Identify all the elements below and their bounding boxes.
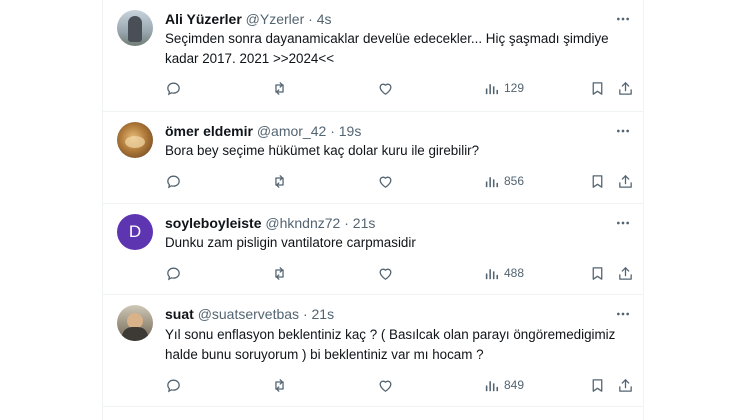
share-icon	[619, 378, 632, 392]
retweet-button[interactable]	[271, 375, 288, 395]
tweet-header: ömer eldemir @amor_42 · 19s	[165, 122, 361, 140]
author-name[interactable]: suat	[165, 306, 194, 322]
reply-icon	[167, 175, 180, 188]
timestamp[interactable]: 21s	[353, 215, 376, 231]
views-chart-icon	[485, 83, 499, 94]
more-horizontal-icon[interactable]	[615, 306, 631, 322]
tweet-actions: 488	[165, 263, 635, 283]
tweet[interactable]: ömer eldemir @amor_42 · 19s Bora bey seç…	[103, 112, 643, 204]
tweet[interactable]: D soyleboyleiste @hkndnz72 · 21s Dunku z…	[103, 204, 643, 295]
reply-icon	[167, 379, 180, 392]
photo-icon	[125, 136, 145, 148]
views-chart-icon	[485, 380, 499, 391]
bookmark-button[interactable]	[589, 375, 606, 395]
avatar[interactable]: D	[117, 214, 153, 250]
bookmark-button[interactable]	[589, 78, 606, 98]
like-button[interactable]	[377, 171, 394, 191]
view-count: 129	[504, 81, 525, 95]
avatar[interactable]	[117, 122, 153, 158]
share-icon	[619, 81, 632, 95]
avatar[interactable]	[117, 305, 153, 341]
reply-icon	[167, 82, 180, 95]
more-horizontal-icon[interactable]	[615, 123, 631, 139]
share-button[interactable]	[617, 171, 634, 191]
retweet-icon	[275, 81, 284, 95]
more-horizontal-icon[interactable]	[615, 215, 631, 231]
views-button[interactable]: 129	[483, 78, 524, 98]
author-name[interactable]: ömer eldemir	[165, 123, 253, 139]
reply-button[interactable]	[165, 171, 182, 191]
more-horizontal-icon[interactable]	[615, 11, 631, 27]
timestamp[interactable]: 19s	[339, 123, 362, 139]
avatar-shirt	[122, 327, 148, 341]
bookmark-icon	[592, 174, 603, 188]
separator-dot: ·	[330, 123, 335, 139]
retweet-icon	[275, 266, 284, 280]
tweet-actions: 856	[165, 171, 635, 191]
view-count: 856	[504, 174, 525, 188]
heart-icon	[379, 268, 392, 280]
reply-button[interactable]	[165, 375, 182, 395]
timestamp[interactable]: 21s	[312, 306, 335, 322]
tweet[interactable]: Ali Yüzerler @Yzerler · 4s Seçimden sonr…	[103, 0, 643, 112]
avatar-letter: D	[128, 222, 142, 241]
views-button[interactable]: 488	[483, 263, 524, 283]
like-button[interactable]	[377, 375, 394, 395]
timestamp[interactable]: 4s	[317, 11, 332, 27]
bookmark-icon	[592, 266, 603, 280]
reply-icon	[167, 267, 180, 280]
tweet[interactable]: suat @suatservetbas · 21s Yıl sonu enfla…	[103, 295, 643, 407]
views-chart-icon	[485, 176, 499, 187]
tweet-text: Seçimden sonra dayanamicaklar develüe ed…	[165, 31, 609, 66]
bookmark-button[interactable]	[589, 263, 606, 283]
retweet-button[interactable]	[271, 171, 288, 191]
tweet-text: Yıl sonu enflasyon beklentiniz kaç ? ( B…	[165, 327, 616, 362]
heart-icon	[379, 380, 392, 392]
retweet-button[interactable]	[271, 263, 288, 283]
person-photo-icon	[128, 16, 142, 42]
views-chart-icon	[485, 268, 499, 279]
share-button[interactable]	[617, 263, 634, 283]
bookmark-icon	[592, 378, 603, 392]
author-name[interactable]: Ali Yüzerler	[165, 11, 242, 27]
author-handle[interactable]: @hkndnz72	[265, 215, 340, 231]
tweet-actions: 129	[165, 78, 635, 98]
share-icon	[619, 174, 632, 188]
view-count: 849	[504, 378, 525, 392]
author-name[interactable]: soyleboyleiste	[165, 215, 262, 231]
retweet-button[interactable]	[271, 78, 288, 98]
separator-dot: ·	[344, 215, 349, 231]
retweet-icon	[275, 174, 284, 188]
retweet-icon	[275, 378, 284, 392]
share-button[interactable]	[617, 78, 634, 98]
tweet-actions: 849	[165, 375, 635, 395]
views-button[interactable]: 849	[483, 375, 524, 395]
share-button[interactable]	[617, 375, 634, 395]
tweet-header: Ali Yüzerler @Yzerler · 4s	[165, 10, 331, 28]
author-handle[interactable]: @suatservetbas	[198, 306, 299, 322]
reply-button[interactable]	[165, 78, 182, 98]
tweet-header: suat @suatservetbas · 21s	[165, 305, 334, 323]
tweet-header: soyleboyleiste @hkndnz72 · 21s	[165, 214, 375, 232]
view-count: 488	[504, 266, 525, 280]
bookmark-icon	[592, 81, 603, 95]
tweet-text: Bora bey seçime hükümet kaç dolar kuru i…	[165, 143, 480, 158]
reply-button[interactable]	[165, 263, 182, 283]
separator-dot: ·	[308, 11, 313, 27]
like-button[interactable]	[377, 78, 394, 98]
tweet-text: Dunku zam pisligin vantilatore carpmasid…	[165, 235, 416, 250]
like-button[interactable]	[377, 263, 394, 283]
avatar[interactable]	[117, 10, 153, 46]
share-icon	[619, 266, 632, 280]
bookmark-button[interactable]	[589, 171, 606, 191]
separator-dot: ·	[302, 306, 308, 322]
views-button[interactable]: 856	[483, 171, 524, 191]
timeline-feed: Ali Yüzerler @Yzerler · 4s Seçimden sonr…	[102, 0, 644, 420]
author-handle[interactable]: @amor_42	[257, 123, 326, 139]
author-handle[interactable]: @Yzerler	[246, 11, 305, 27]
heart-icon	[379, 176, 392, 188]
heart-icon	[379, 83, 392, 95]
